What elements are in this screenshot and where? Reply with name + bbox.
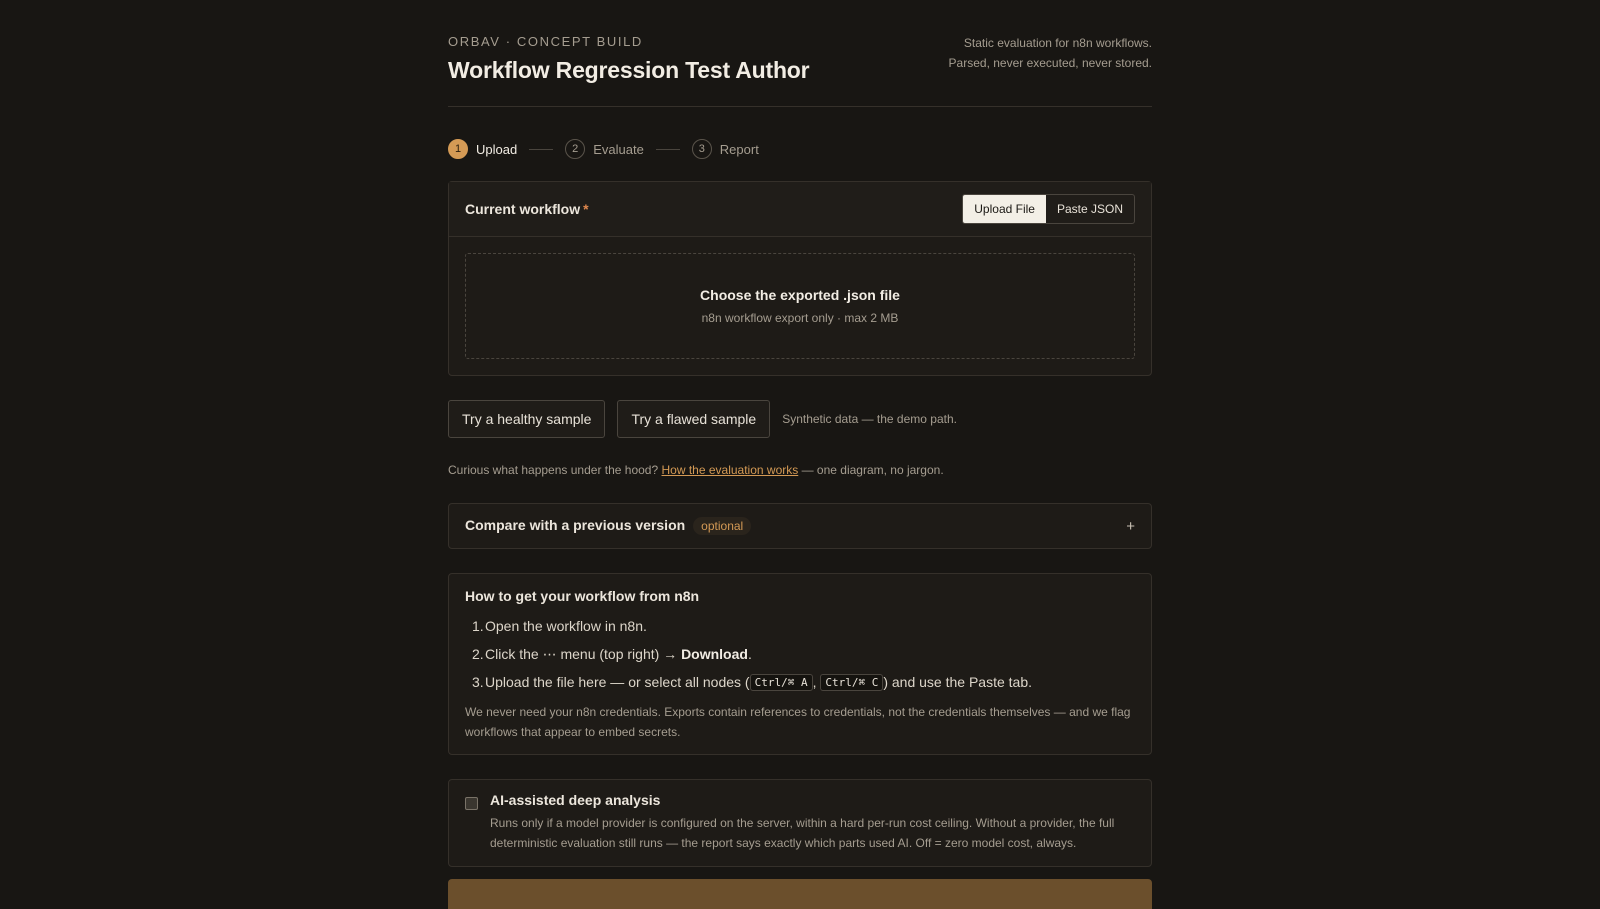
tab-upload-file[interactable]: Upload File (963, 195, 1046, 223)
progress-stepper: 1 Upload 2 Evaluate 3 Report (448, 139, 1152, 159)
file-dropzone[interactable]: Choose the exported .json file n8n workf… (465, 253, 1135, 359)
evaluation-explainer: Curious what happens under the hood? How… (448, 463, 1152, 477)
compare-previous-version-toggle[interactable]: Compare with a previous version optional … (448, 503, 1152, 549)
compare-label: Compare with a previous version (465, 517, 686, 533)
step-text: . (747, 646, 752, 662)
step-text: Upload the file here — or select all nod… (485, 674, 750, 690)
current-workflow-label: Current workflow * (465, 201, 589, 217)
step-report: 3 Report (691, 139, 759, 159)
step-label: Report (719, 141, 759, 157)
dropzone-subtitle: n8n workflow export only · max 2 MB (701, 311, 899, 325)
ai-analysis-description: Runs only if a model provider is configu… (490, 816, 1115, 850)
step-number: 3 (691, 139, 712, 159)
step-number: 1 (448, 139, 468, 159)
sample-actions: Try a healthy sample Try a flawed sample… (448, 400, 1152, 438)
current-workflow-header: Current workflow * Upload File Paste JSON (449, 182, 1151, 237)
dropzone-title: Choose the exported .json file (700, 287, 900, 303)
howto-title: How to get your workflow from n8n (465, 588, 700, 604)
step-label: Upload (476, 141, 518, 157)
current-workflow-card: Current workflow * Upload File Paste JSON… (448, 181, 1152, 376)
howto-step: 1. Open the workflow in n8n. (465, 612, 1135, 640)
page: ORBAV · CONCEPT BUILD Workflow Regressio… (448, 0, 1152, 909)
howto-card: How to get your workflow from n8n 1. Ope… (448, 573, 1152, 755)
step-text: ) and use the Paste tab. (883, 674, 1032, 690)
how-evaluation-works-link[interactable]: How the evaluation works (662, 463, 799, 477)
expand-plus-icon[interactable]: + (1126, 518, 1135, 535)
step-index: 2. (472, 646, 484, 662)
credentials-note: We never need your n8n credentials. Expo… (465, 705, 1131, 739)
healthy-sample-button[interactable]: Try a healthy sample (448, 400, 606, 438)
page-header: ORBAV · CONCEPT BUILD Workflow Regressio… (448, 0, 1152, 107)
step-connector (529, 148, 554, 150)
tagline-line-2: Parsed, never executed, never stored. (948, 56, 1152, 70)
step-text: Open the workflow in n8n. (485, 618, 647, 634)
step-text: Click the ⋯ menu (top right) → (485, 645, 678, 662)
ai-analysis-checkbox[interactable] (465, 797, 478, 810)
tagline-line-1: Static evaluation for n8n workflows. (963, 36, 1152, 50)
step-evaluate: 2 Evaluate (565, 139, 644, 159)
howto-step: 2. Click the ⋯ menu (top right) → Downlo… (465, 640, 1135, 668)
step-index: 3. (472, 674, 484, 690)
step-upload: 1 Upload (448, 139, 517, 159)
evaluate-button[interactable] (448, 879, 1152, 909)
step-label: Evaluate (593, 141, 644, 157)
step-number: 2 (565, 139, 586, 159)
explainer-suffix: — one diagram, no jargon. (801, 463, 944, 477)
ai-analysis-body: AI-assisted deep analysis Runs only if a… (490, 792, 1135, 854)
flawed-sample-button[interactable]: Try a flawed sample (617, 400, 771, 438)
required-mark: * (583, 201, 589, 217)
step-connector (655, 148, 680, 150)
howto-step: 3. Upload the file here — or select all … (465, 668, 1135, 696)
howto-steps: 1. Open the workflow in n8n. 2. Click th… (465, 612, 1135, 696)
kbd-select-all: Ctrl/⌘ A (749, 673, 813, 691)
separator: , (812, 674, 817, 690)
tab-paste-json[interactable]: Paste JSON (1046, 195, 1134, 223)
samples-note: Synthetic data — the demo path. (782, 412, 957, 426)
field-label: Current workflow (465, 201, 581, 217)
ai-analysis-option: AI-assisted deep analysis Runs only if a… (448, 779, 1152, 867)
step-index: 1. (472, 618, 484, 634)
kbd-copy: Ctrl/⌘ C (820, 673, 884, 691)
input-mode-toggle: Upload File Paste JSON (962, 194, 1135, 224)
tagline: Static evaluation for n8n workflows. Par… (949, 33, 1152, 73)
compare-label-wrap: Compare with a previous version optional (465, 517, 752, 535)
optional-badge: optional (693, 517, 752, 535)
explainer-prefix: Curious what happens under the hood? (448, 463, 659, 477)
ai-analysis-title: AI-assisted deep analysis (490, 792, 661, 808)
download-emphasis: Download (681, 646, 748, 662)
